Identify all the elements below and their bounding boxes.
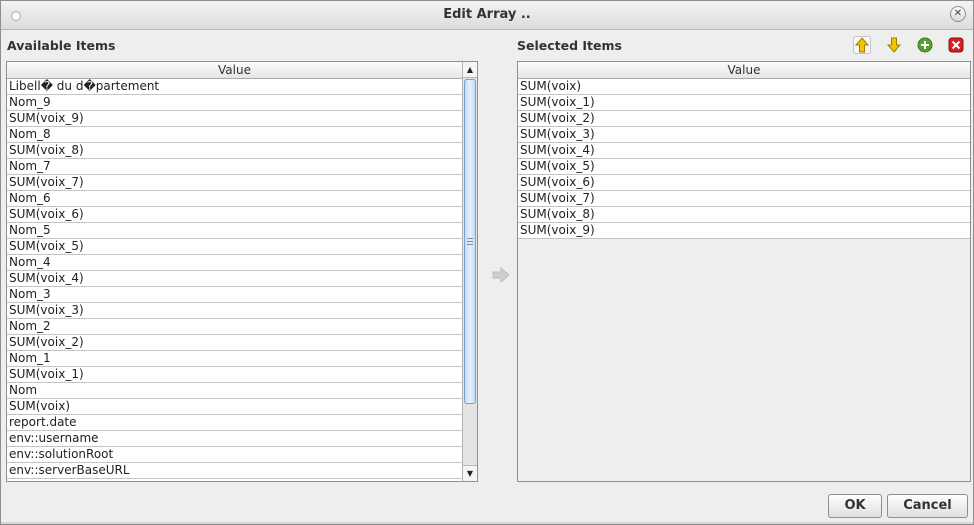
selected-item-row[interactable]: SUM(voix_2) (518, 111, 970, 127)
selected-value-column-header[interactable]: Value (518, 62, 970, 79)
selected-item-row[interactable]: SUM(voix_6) (518, 175, 970, 191)
available-item-row[interactable]: env::serverBaseURL (7, 463, 462, 479)
scroll-up-button[interactable]: ▲ (463, 62, 477, 78)
available-item-row[interactable]: env::username (7, 431, 462, 447)
available-item-row[interactable]: SUM(voix_7) (7, 175, 462, 191)
title-bar[interactable]: Edit Array .. ✕ (1, 1, 973, 30)
selected-item-row[interactable]: SUM(voix_4) (518, 143, 970, 159)
available-item-row[interactable]: Nom_1 (7, 351, 462, 367)
scroll-down-icon: ▼ (466, 469, 474, 478)
move-up-icon[interactable] (853, 36, 871, 54)
remove-icon[interactable] (947, 36, 965, 54)
available-item-row[interactable]: SUM(voix) (7, 399, 462, 415)
selected-item-row[interactable]: SUM(voix_8) (518, 207, 970, 223)
selected-item-row[interactable]: SUM(voix) (518, 79, 970, 95)
available-item-row[interactable]: SUM(voix_3) (7, 303, 462, 319)
selected-items-table[interactable]: Value SUM(voix) SUM(voix_1) SUM(voix_2) SUM… (517, 61, 971, 482)
available-item-row[interactable]: SUM(voix_9) (7, 111, 462, 127)
thumb-grip-line (467, 244, 473, 245)
available-item-row[interactable]: Nom_8 (7, 127, 462, 143)
selected-item-row[interactable]: SUM(voix_7) (518, 191, 970, 207)
cancel-button[interactable]: Cancel (887, 494, 968, 518)
selected-item-row[interactable]: SUM(voix_1) (518, 95, 970, 111)
available-item-row[interactable]: Nom_6 (7, 191, 462, 207)
window-title: Edit Array .. (443, 7, 531, 22)
available-value-column-header[interactable]: Value (7, 62, 462, 79)
available-scrollbar[interactable]: ▲ ▼ (462, 62, 477, 481)
available-item-row[interactable]: Nom_7 (7, 159, 462, 175)
available-item-row[interactable]: SUM(voix_6) (7, 207, 462, 223)
available-item-row[interactable]: Nom (7, 383, 462, 399)
close-icon: ✕ (953, 8, 963, 19)
available-item-row[interactable]: SUM(voix_8) (7, 143, 462, 159)
available-item-row[interactable]: env::solutionRoot (7, 447, 462, 463)
available-items-list: Libell� du d�partement Nom_9 SUM(voix_9) No… (7, 79, 462, 479)
available-item-row[interactable]: Nom_3 (7, 287, 462, 303)
scroll-thumb[interactable] (464, 79, 476, 404)
thumb-grip-line (467, 238, 473, 239)
selected-item-row[interactable]: SUM(voix_5) (518, 159, 970, 175)
add-icon[interactable] (916, 36, 934, 54)
bottom-edge (1, 522, 973, 524)
available-item-row[interactable]: Nom_9 (7, 95, 462, 111)
selected-item-row[interactable]: SUM(voix_9) (518, 223, 970, 239)
available-item-row[interactable]: SUM(voix_1) (7, 367, 462, 383)
available-item-row[interactable]: SUM(voix_4) (7, 271, 462, 287)
available-item-row[interactable]: Libell� du d�partement (7, 79, 462, 95)
edit-array-dialog: Edit Array .. ✕ Available Items Value Li… (0, 0, 974, 525)
selected-item-row[interactable]: SUM(voix_3) (518, 127, 970, 143)
available-item-row[interactable]: Nom_5 (7, 223, 462, 239)
ok-button[interactable]: OK (828, 494, 882, 518)
available-item-row[interactable]: SUM(voix_5) (7, 239, 462, 255)
move-right-arrow-icon[interactable] (492, 267, 510, 283)
available-items-table[interactable]: Value Libell� du d�partement Nom_9 SUM(voi… (6, 61, 478, 482)
thumb-grip-line (467, 241, 473, 242)
available-item-row[interactable]: Nom_2 (7, 319, 462, 335)
move-down-icon[interactable] (885, 36, 903, 54)
available-item-row[interactable]: Nom_4 (7, 255, 462, 271)
close-window-button[interactable]: ✕ (950, 6, 966, 22)
selected-items-label: Selected Items (517, 38, 622, 53)
selected-items-list: SUM(voix) SUM(voix_1) SUM(voix_2) SUM(voix_… (518, 79, 970, 239)
available-items-label: Available Items (7, 38, 116, 53)
scroll-down-button[interactable]: ▼ (463, 465, 477, 481)
available-item-row[interactable]: SUM(voix_2) (7, 335, 462, 351)
available-item-row[interactable]: report.date (7, 415, 462, 431)
scroll-up-icon: ▲ (466, 65, 474, 74)
